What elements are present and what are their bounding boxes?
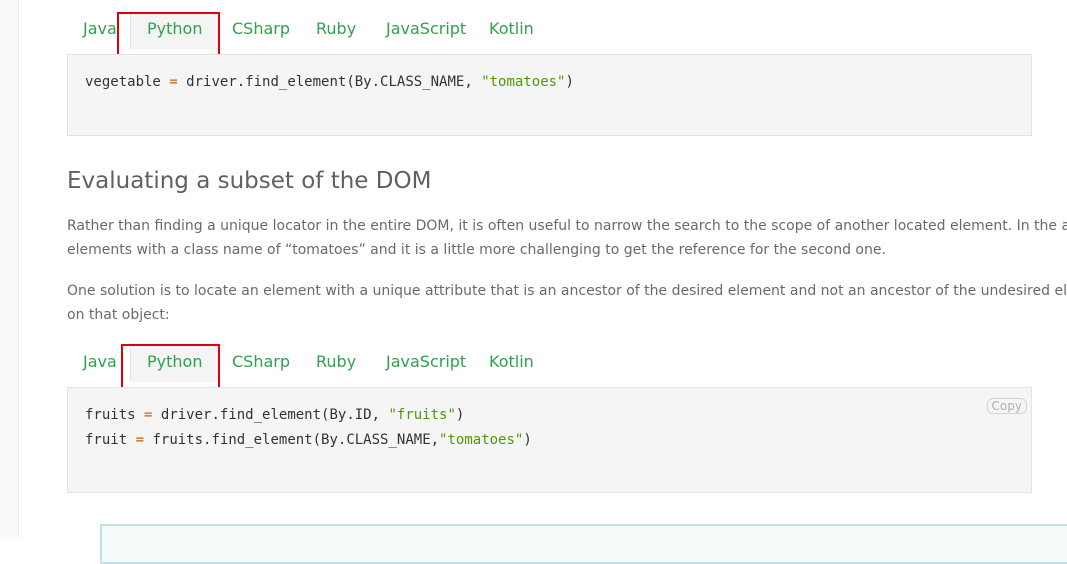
code-token: driver.find_element(By.CLASS_NAME, (186, 74, 482, 90)
code-token: ) (565, 74, 574, 90)
paragraph-line: elements with a class name of “tomatoes”… (67, 242, 886, 258)
tab-java[interactable]: Java (83, 13, 117, 47)
tab-python[interactable]: Python (130, 345, 220, 382)
tab-javascript[interactable]: JavaScript (386, 13, 466, 47)
code-token: fruits.find_element(By.CLASS_NAME, (152, 432, 440, 448)
code-token: driver.find_element(By.ID, (160, 407, 389, 423)
code-token: ) (523, 432, 532, 448)
section-heading: Evaluating a subset of the DOM (67, 168, 432, 194)
info-alert-box (100, 524, 1067, 564)
code-operator: = (169, 74, 178, 90)
code-token: vegetable (85, 74, 161, 90)
left-rail (0, 0, 19, 537)
paragraph-line: on that object: (67, 307, 170, 323)
tab-javascript[interactable]: JavaScript (386, 346, 466, 380)
copy-button[interactable]: Copy (986, 398, 1027, 414)
tab-csharp[interactable]: CSharp (232, 346, 290, 380)
code-token: fruits (85, 407, 136, 423)
code-token: ) (455, 407, 465, 423)
tab-ruby[interactable]: Ruby (316, 346, 356, 380)
paragraph-line: Rather than finding a unique locator in … (67, 218, 1067, 234)
tab-python[interactable]: Python (130, 12, 220, 49)
code-string: "tomatoes" (481, 74, 566, 90)
code-block-bottom: Copy fruits = driver.find_element(By.ID,… (67, 387, 1032, 493)
code-token: fruit (85, 432, 128, 448)
code-line: fruit = fruits.find_element(By.CLASS_NAM… (85, 432, 532, 448)
tab-csharp[interactable]: CSharp (232, 13, 290, 47)
code-string: "fruits" (388, 407, 456, 423)
code-operator: = (144, 407, 153, 423)
code-block-top: vegetable = driver.find_element(By.CLASS… (67, 54, 1032, 136)
code-line: fruits = driver.find_element(By.ID, "fru… (85, 407, 464, 423)
paragraph-line: One solution is to locate an element wit… (67, 283, 1067, 299)
code-string: "tomatoes" (439, 432, 524, 448)
tab-kotlin[interactable]: Kotlin (489, 346, 534, 380)
tab-kotlin[interactable]: Kotlin (489, 13, 534, 47)
code-operator: = (135, 432, 145, 448)
tab-ruby[interactable]: Ruby (316, 13, 356, 47)
tab-java[interactable]: Java (83, 346, 117, 380)
code-line: vegetable = driver.find_element(By.CLASS… (85, 74, 574, 90)
